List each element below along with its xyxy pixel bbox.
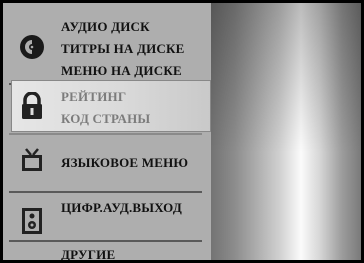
menu-item-digital-audio-out[interactable]: ЦИФР.АУД.ВЫХОД — [3, 198, 211, 218]
menu-item-country-code[interactable]: КОД СТРАНЫ — [3, 109, 211, 129]
divider — [9, 133, 202, 135]
menu-item-disc-subtitles[interactable]: ТИТРЫ НА ДИСКЕ — [3, 39, 211, 59]
menu-item-label: ЯЗЫКОВОЕ МЕНЮ — [61, 155, 189, 170]
menu-item-label: АУДИО ДИСК — [61, 19, 150, 34]
menu-item-language-menu[interactable]: ЯЗЫКОВОЕ МЕНЮ — [3, 153, 211, 173]
menu-item-audio-disc[interactable]: АУДИО ДИСК — [3, 17, 211, 37]
dvd-setup-screen: АУДИО ДИСК ТИТРЫ НА ДИСКЕ МЕНЮ НА ДИСКЕ … — [3, 3, 361, 260]
menu-item-label: МЕНЮ НА ДИСКЕ — [61, 63, 182, 78]
menu-item-label: РЕЙТИНГ — [61, 89, 127, 104]
menu-item-label: КОД СТРАНЫ — [61, 111, 151, 126]
menu-item-label: ТИТРЫ НА ДИСКЕ — [61, 41, 185, 56]
menu-item-label: ДРУГИЕ — [61, 247, 116, 260]
menu-item-rating[interactable]: РЕЙТИНГ — [3, 87, 211, 107]
preview-panel — [203, 3, 361, 260]
menu-item-label: ЦИФР.АУД.ВЫХОД — [61, 200, 182, 215]
preview-shade — [203, 3, 361, 153]
divider — [9, 240, 202, 242]
divider — [9, 191, 202, 193]
menu-item-disc-menu[interactable]: МЕНЮ НА ДИСКЕ — [3, 61, 211, 81]
menu-item-others[interactable]: ДРУГИЕ — [3, 245, 211, 260]
setup-menu: АУДИО ДИСК ТИТРЫ НА ДИСКЕ МЕНЮ НА ДИСКЕ … — [3, 3, 211, 260]
